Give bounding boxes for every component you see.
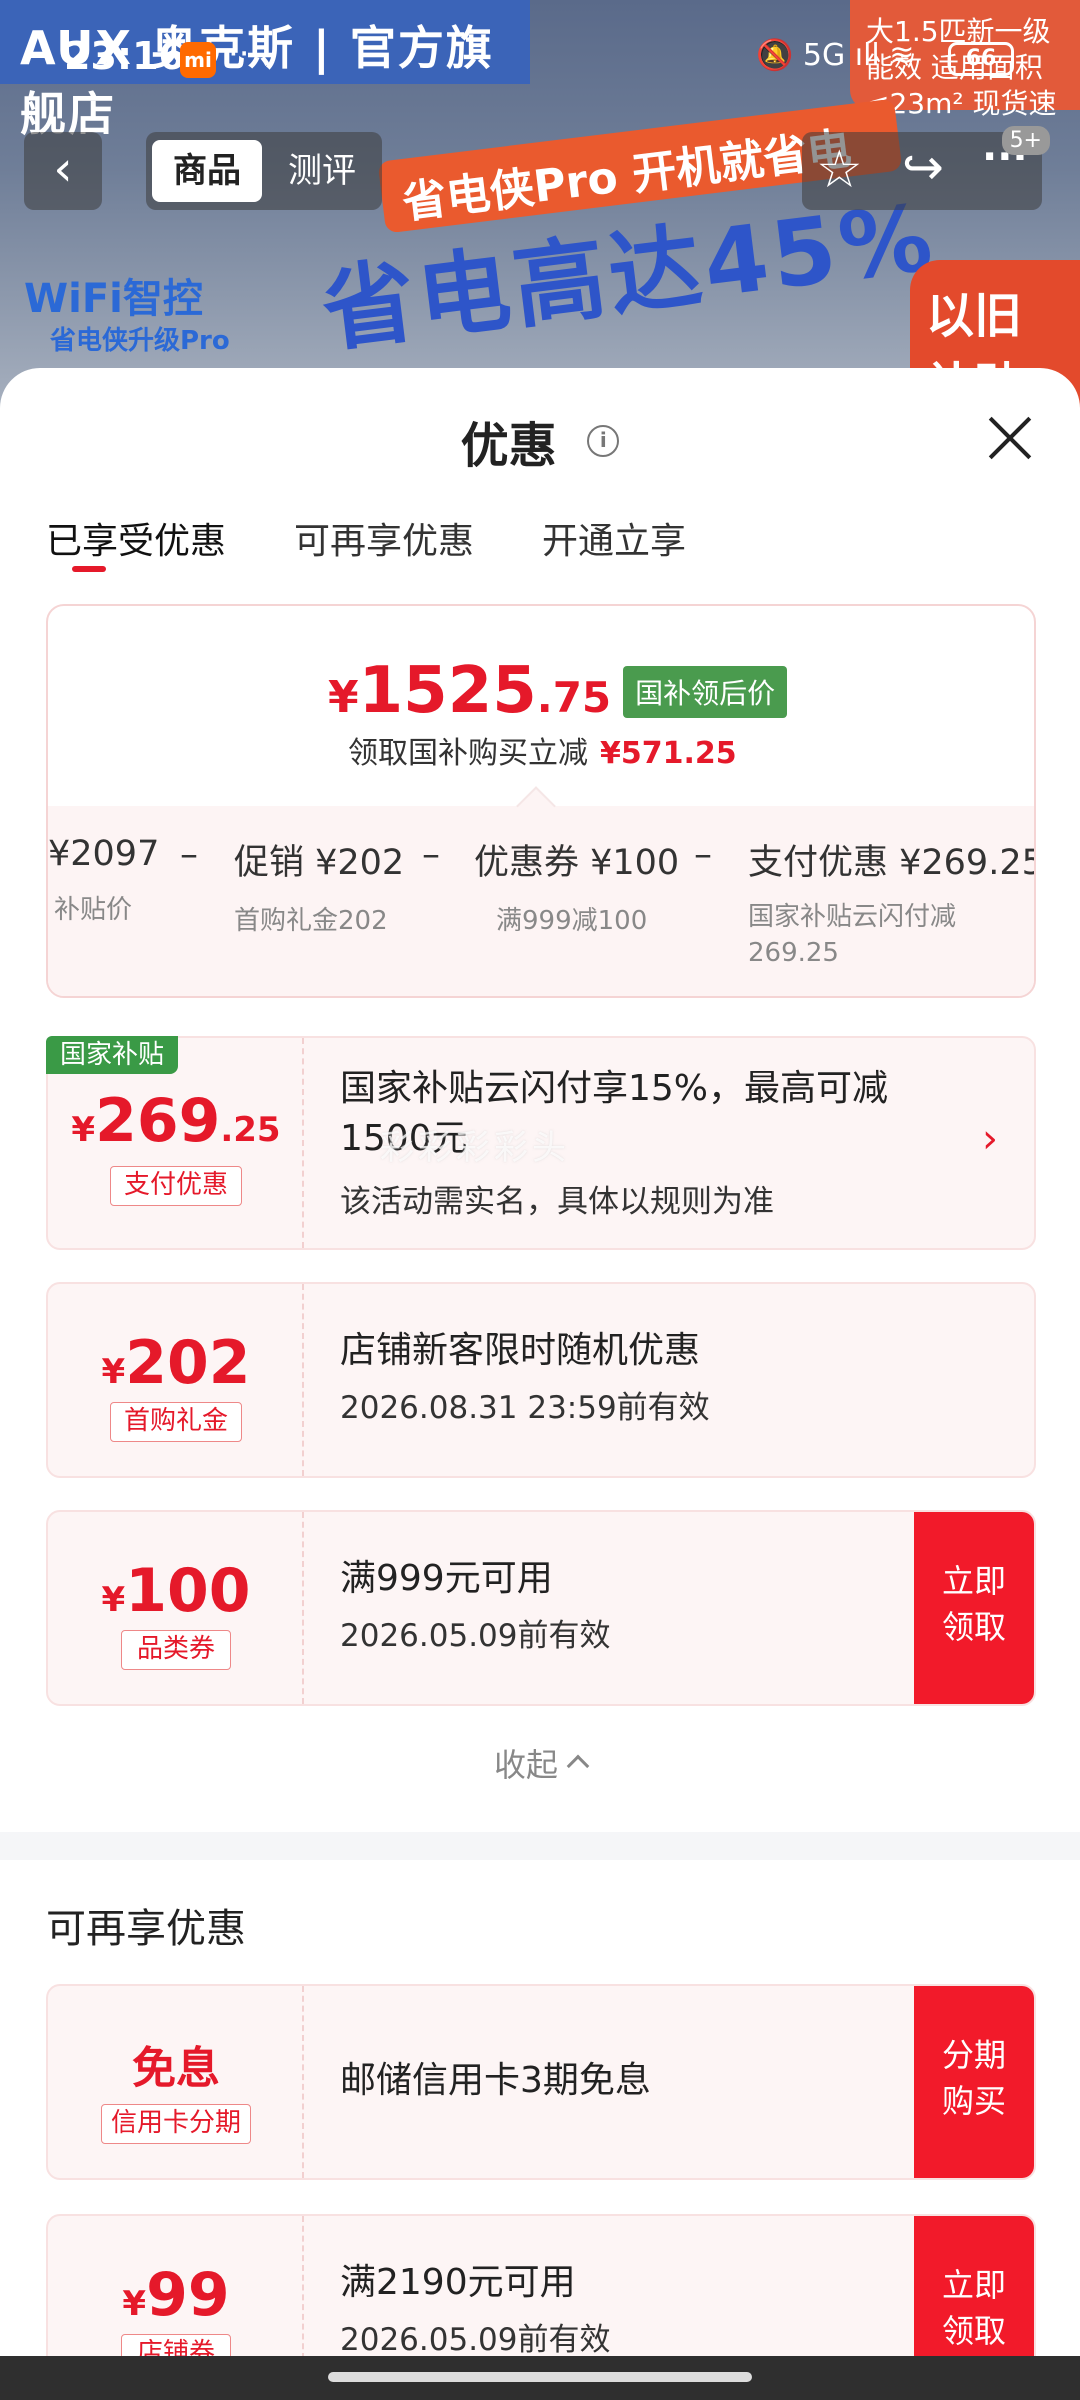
coupon-type-tag: 信用卡分期 xyxy=(101,2104,251,2144)
nav-actions: ☆ ↪ ··· 5+ xyxy=(802,126,1050,210)
chevron-right-icon[interactable]: › xyxy=(982,1116,998,1162)
discount-sheet: 优惠 i 已享受优惠 可再享优惠 开通立享 ¥1525.75 国补领后价 领取国补… xyxy=(0,368,1080,2400)
product-navbar: ‹ 商品 测评 ☆ ↪ ··· 5+ xyxy=(0,126,1080,218)
coupon-amount: ¥202 xyxy=(101,1328,251,1398)
signal-icons: 🔕 5G ıll ≋ xyxy=(756,38,915,73)
tab-review[interactable]: 测评 xyxy=(272,140,372,202)
coupon-title: 满2190元可用 xyxy=(340,2262,576,2303)
price-summary-card: ¥1525.75 国补领后价 领取国补购买立减 ¥571.25 ¥2097 补贴价 … xyxy=(46,604,1036,998)
claim-button[interactable]: 立即 领取 xyxy=(914,1512,1034,1704)
installment-offer: 免息 信用卡分期 邮储信用卡3期免息 分期 购买 xyxy=(46,1984,1036,2180)
coupon-amount: 免息 xyxy=(132,2043,220,2094)
final-price: ¥1525.75 xyxy=(328,654,612,728)
coupon-type-tag: 首购礼金 xyxy=(110,1402,242,1442)
mi-icon: mi xyxy=(180,42,216,78)
more-notifications-icon: ··· xyxy=(228,34,261,74)
clock: 23:16 xyxy=(64,34,185,78)
installment-buy-button[interactable]: 分期 购买 xyxy=(914,1986,1034,2178)
breakdown-item: 优惠券 ¥100 满999减100 xyxy=(474,843,680,936)
breakdown-item: ¥2097 补贴价 xyxy=(48,834,160,925)
reduce-label: 领取国补购买立减 xyxy=(348,736,588,771)
price-breakdown: ¥2097 补贴价 – 促销 ¥202 首购礼金202 – 优惠券 ¥100 满… xyxy=(48,806,1036,996)
coupon-validity: 2026.05.09前有效 xyxy=(340,1618,611,1654)
collapse-button[interactable]: 收起 xyxy=(0,1740,1080,1786)
breakdown-item: 支付优惠 ¥269.25 国家补贴云闪付减 269.25 xyxy=(748,843,1036,968)
sheet-header: 优惠 i xyxy=(0,406,1080,476)
tab-enjoyed-discounts[interactable]: 已享受优惠 xyxy=(46,512,226,564)
coupon-title: 店铺新客限时随机优惠 xyxy=(340,1330,701,1371)
battery-icon: 66 xyxy=(948,42,1014,76)
message-count-badge: 5+ xyxy=(1001,126,1050,155)
home-indicator[interactable] xyxy=(328,2372,752,2382)
tab-activate-discounts[interactable]: 开通立享 xyxy=(542,512,686,564)
tab-product[interactable]: 商品 xyxy=(152,140,262,202)
coupon-amount-area: ¥100 品类券 xyxy=(48,1512,304,1704)
national-subsidy-badge: 国家补贴 xyxy=(46,1036,179,1074)
status-bar: 23:16 mi ··· 🔕 5G ıll ≋ 66 xyxy=(0,30,1080,90)
breakdown-item: 促销 ¥202 首购礼金202 xyxy=(234,843,405,936)
coupon-amount-area: ¥202 首购礼金 xyxy=(48,1284,304,1476)
coupon-note: 该活动需实名，具体以规则为准 xyxy=(340,1184,774,1220)
coupon-first-purchase: ¥202 首购礼金 店铺新客限时随机优惠 2026.08.31 23:59前有效 xyxy=(46,1282,1036,1478)
wifi-label: WiFi智控 xyxy=(24,276,203,322)
close-icon[interactable] xyxy=(988,416,1032,460)
wifi-sublabel: 省电侠升级Pro xyxy=(50,326,230,356)
reduce-amount: ¥571.25 xyxy=(600,736,737,771)
nav-tabs: 商品 测评 xyxy=(146,132,382,210)
coupon-title: 邮储信用卡3期免息 xyxy=(340,2060,651,2101)
active-tab-indicator xyxy=(72,566,106,572)
final-price-line: ¥1525.75 国补领后价 xyxy=(328,654,788,728)
reduce-line: 领取国补购买立减 ¥571.25 xyxy=(348,728,737,772)
summary-upper: ¥1525.75 国补领后价 领取国补购买立减 ¥571.25 xyxy=(48,606,1034,806)
coupon-title: 满999元可用 xyxy=(340,1558,553,1599)
share-icon[interactable]: ↪ xyxy=(902,138,944,196)
coupon-type-tag: 品类券 xyxy=(121,1630,231,1670)
favorite-star-icon[interactable]: ☆ xyxy=(816,140,863,200)
sheet-title: 优惠 xyxy=(460,418,557,474)
coupon-validity: 2026.05.09前有效 xyxy=(340,2322,611,2358)
gesture-bar xyxy=(0,2356,1080,2400)
price-tag: 国补领后价 xyxy=(623,666,788,718)
tab-more-discounts[interactable]: 可再享优惠 xyxy=(294,512,474,564)
minus-sign: – xyxy=(180,834,198,875)
chevron-up-icon xyxy=(566,1754,590,1778)
coupon-type-tag: 支付优惠 xyxy=(110,1166,242,1206)
minus-sign: – xyxy=(422,834,440,875)
coupon-validity: 2026.08.31 23:59前有效 xyxy=(340,1390,710,1426)
coupon-amount: ¥99 xyxy=(122,2260,230,2330)
back-button[interactable]: ‹ xyxy=(24,132,102,210)
coupon-amount: ¥269.25 xyxy=(71,1086,281,1156)
coupon-category: ¥100 品类券 满999元可用 2026.05.09前有效 立即 领取 xyxy=(46,1510,1036,1706)
watermark-text: 彩彩彩彩头 xyxy=(380,1128,570,1168)
section-title-more-discounts: 可再享优惠 xyxy=(46,1906,246,1952)
minus-sign: – xyxy=(694,834,712,875)
info-icon[interactable]: i xyxy=(587,425,620,457)
coupon-amount-area: 免息 信用卡分期 xyxy=(48,1986,304,2178)
section-divider xyxy=(0,1832,1080,1860)
coupon-amount: ¥100 xyxy=(101,1556,251,1626)
